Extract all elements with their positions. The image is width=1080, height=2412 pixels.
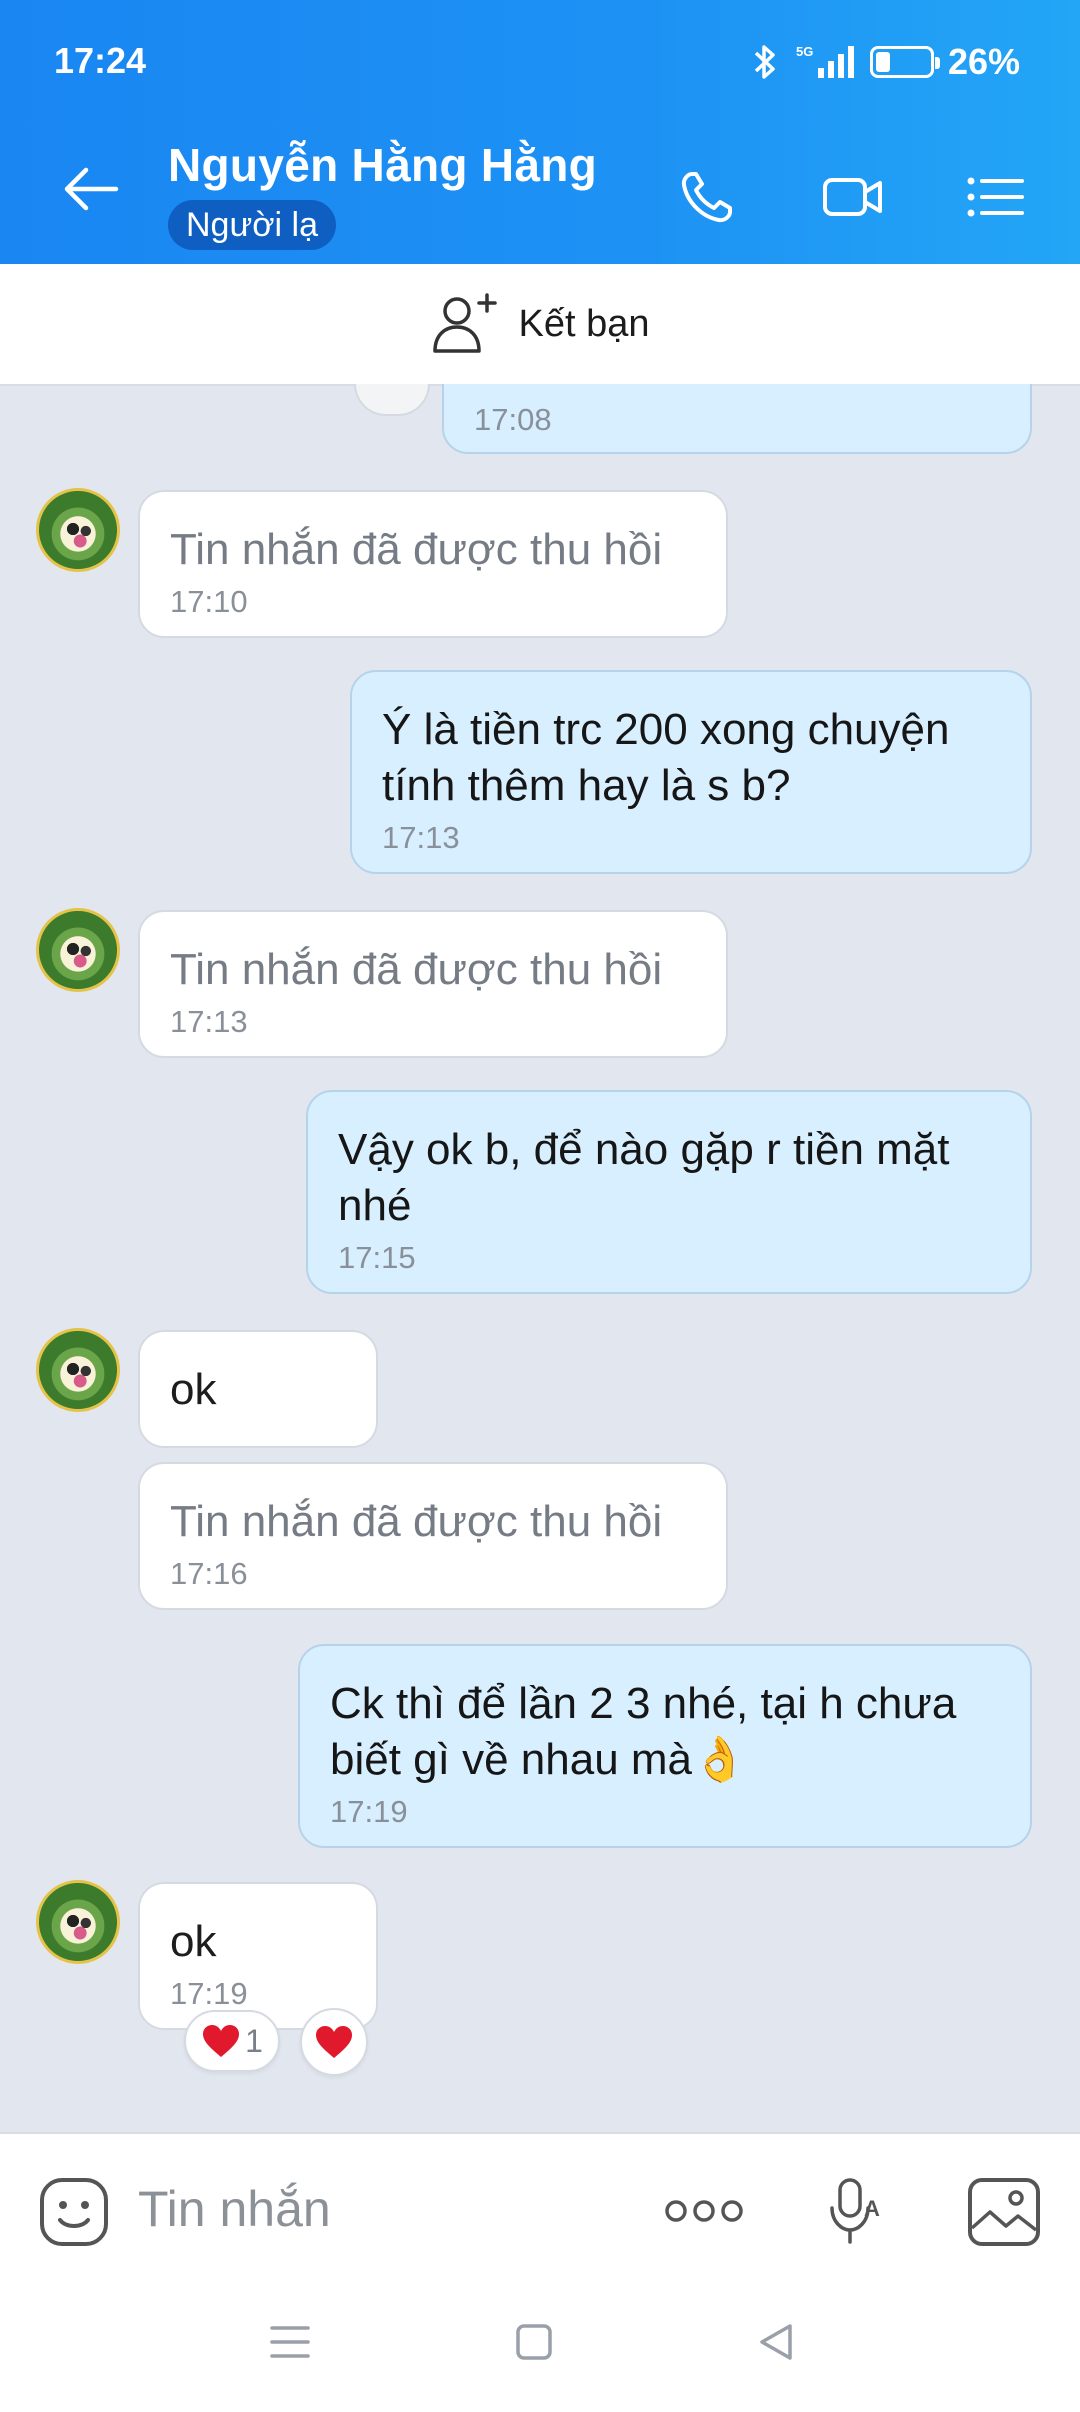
more-dots-icon[interactable]: [664, 2196, 744, 2226]
message-outgoing[interactable]: 17:08: [442, 384, 1032, 454]
message-text-line-1: Ý là tiền trc 200 xong chuyện: [382, 705, 950, 754]
contact-name[interactable]: Nguyễn Hằng Hằng: [168, 138, 597, 192]
back-triangle-icon[interactable]: [756, 2322, 796, 2362]
voice-to-text-icon[interactable]: A: [826, 2176, 886, 2248]
message-time: 17:08: [474, 402, 552, 437]
message-outgoing[interactable]: Ck thì để lần 2 3 nhé, tại h chưa biết g…: [298, 1644, 1032, 1848]
status-bar: 17:24 5G 26%: [0, 0, 1080, 120]
avatar[interactable]: [36, 908, 120, 992]
message-text-line-2: biết gì về nhau mà👌: [330, 1735, 747, 1784]
message-time: 17:19: [330, 1794, 408, 1829]
back-arrow-icon[interactable]: [62, 166, 120, 212]
message-text-line-1: Ck thì để lần 2 3 nhé, tại h chưa: [330, 1679, 957, 1728]
message-input-bar: Tin nhắn A: [0, 2132, 1080, 2284]
message-time: 17:10: [170, 584, 248, 619]
message-time: 17:15: [338, 1240, 416, 1275]
message-recalled[interactable]: Tin nhắn đã được thu hồi 17:10: [138, 490, 728, 638]
message-text: Tin nhắn đã được thu hồi: [170, 945, 663, 994]
add-friend-button[interactable]: Kết bạn: [0, 264, 1080, 386]
message-list[interactable]: 17:08 Tin nhắn đã được thu hồi 17:10 Ý l…: [0, 384, 1080, 2132]
add-user-icon: [432, 293, 497, 353]
avatar[interactable]: [36, 488, 120, 572]
avatar[interactable]: [36, 1328, 120, 1412]
message-time: 17:13: [170, 1004, 248, 1039]
sticker-icon[interactable]: [38, 2176, 110, 2248]
bluetooth-icon: [754, 45, 775, 79]
message-text: Tin nhắn đã được thu hồi: [170, 1497, 663, 1546]
avatar[interactable]: [36, 1880, 120, 1964]
message-outgoing[interactable]: Ý là tiền trc 200 xong chuyện tính thêm …: [350, 670, 1032, 874]
message-time: 17:13: [382, 820, 460, 855]
heart-icon: [203, 2025, 240, 2057]
message-recalled[interactable]: Tin nhắn đã được thu hồi 17:16: [138, 1462, 728, 1610]
status-icons: 5G 26%: [752, 40, 1020, 84]
chat-header: 17:24 5G 26% Nguyễn Hằng Hằng Người lạ: [0, 0, 1080, 264]
svg-text:A: A: [864, 2196, 880, 2221]
message-time: 17:16: [170, 1556, 248, 1591]
system-navigation-bar: [0, 2282, 1080, 2412]
battery-percent: 26%: [947, 41, 1020, 82]
stranger-badge: Người lạ: [168, 200, 336, 250]
status-time: 17:24: [54, 40, 147, 81]
battery-icon: [869, 46, 940, 78]
image-icon[interactable]: [966, 2176, 1042, 2248]
signal-5g-icon: 5G: [796, 44, 854, 78]
reaction-count: 1: [245, 2022, 263, 2059]
message-text-line-2: nhé: [338, 1181, 412, 1230]
phone-icon[interactable]: [678, 168, 736, 226]
message-time: 17:19: [170, 1976, 248, 2011]
message-text-line-1: Vậy ok b, để nào gặp r tiền mặt: [338, 1125, 950, 1174]
home-square-icon[interactable]: [514, 2322, 554, 2362]
message-recalled[interactable]: Tin nhắn đã được thu hồi 17:13: [138, 910, 728, 1058]
message-text: Tin nhắn đã được thu hồi: [170, 525, 663, 574]
message-input[interactable]: Tin nhắn: [138, 2180, 331, 2238]
battery-level: [875, 52, 890, 72]
message-text: ok: [170, 1917, 217, 1966]
scroll-handle[interactable]: [354, 384, 430, 416]
react-button[interactable]: [300, 2008, 368, 2076]
message-text-line-2: tính thêm hay là s b?: [382, 761, 791, 810]
message-incoming[interactable]: ok 17:19: [138, 1882, 378, 2030]
recents-menu-icon[interactable]: [268, 2322, 312, 2362]
heart-icon: [316, 2026, 352, 2058]
video-call-icon[interactable]: [822, 168, 884, 226]
message-outgoing[interactable]: Vậy ok b, để nào gặp r tiền mặt nhé 17:1…: [306, 1090, 1032, 1294]
reaction-summary[interactable]: 1: [184, 2010, 280, 2072]
message-text: ok: [170, 1365, 217, 1414]
add-friend-label: Kết bạn: [518, 302, 650, 345]
message-incoming[interactable]: ok: [138, 1330, 378, 1448]
menu-list-icon[interactable]: [966, 168, 1026, 226]
network-type-label: 5G: [796, 44, 813, 59]
